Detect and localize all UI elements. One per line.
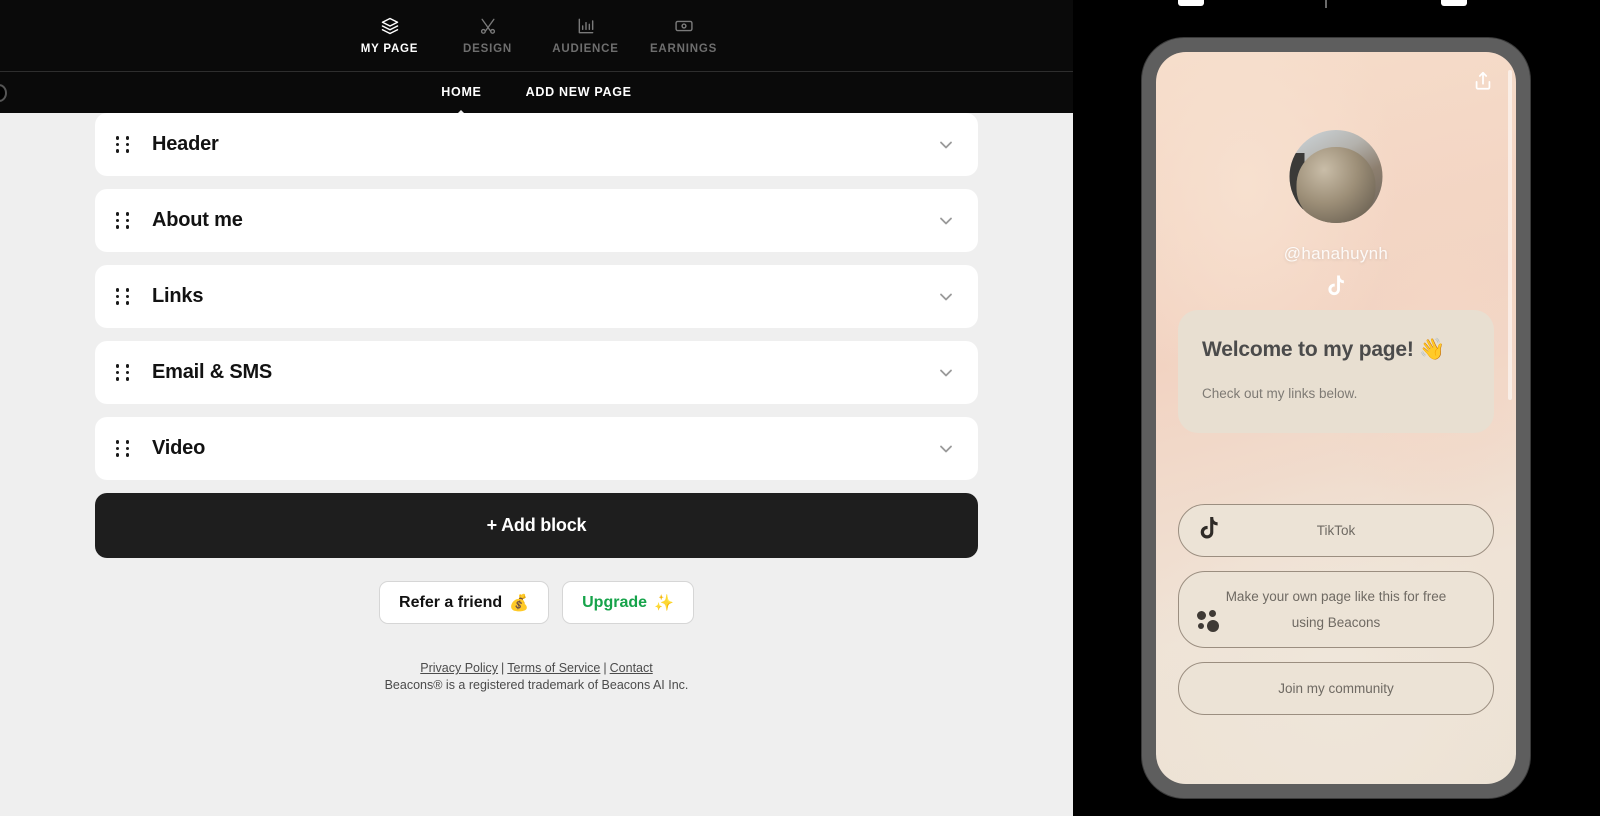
- secondary-nav: HOME ADD NEW PAGE: [0, 71, 1073, 113]
- link-button-tiktok[interactable]: TikTok: [1178, 504, 1494, 557]
- phone-screen: @hanahuynh Welcome to my page! 👋 Check o…: [1156, 52, 1516, 784]
- app-screen: MY PAGE DESIGN AUDIENCE EARNINGS HOME AD…: [0, 0, 1600, 816]
- preview-pane: @hanahuynh Welcome to my page! 👋 Check o…: [1073, 0, 1600, 816]
- block-row[interactable]: Video: [95, 417, 978, 480]
- chevron-down-icon[interactable]: [936, 135, 956, 155]
- share-icon[interactable]: [1472, 70, 1494, 97]
- chevron-down-icon[interactable]: [936, 287, 956, 307]
- nav-item-audience[interactable]: AUDIENCE: [537, 16, 635, 55]
- block-title: Email & SMS: [152, 361, 273, 383]
- nav-item-design[interactable]: DESIGN: [439, 16, 537, 55]
- primary-nav: MY PAGE DESIGN AUDIENCE EARNINGS: [0, 0, 1073, 71]
- nav-item-label: EARNINGS: [649, 43, 718, 55]
- drag-handle-icon[interactable]: [113, 288, 133, 305]
- privacy-policy-link[interactable]: Privacy Policy: [420, 661, 498, 675]
- nav-item-label: AUDIENCE: [552, 43, 619, 55]
- upgrade-button[interactable]: Upgrade ✨: [562, 581, 694, 624]
- block-row[interactable]: Email & SMS: [95, 341, 978, 404]
- chevron-down-icon[interactable]: [936, 211, 956, 231]
- block-row[interactable]: About me: [95, 189, 978, 252]
- bar-chart-icon: [576, 16, 596, 36]
- preview-toolbar-button-right[interactable]: [1441, 0, 1467, 6]
- refer-label: Refer a friend: [399, 593, 503, 611]
- blocks-list: Header About me Links Email & SMS Video …: [0, 113, 1073, 692]
- footer-separator: |: [501, 661, 505, 675]
- block-title: Header: [152, 133, 219, 155]
- footer: Privacy Policy | Terms of Service | Contact …: [95, 661, 978, 692]
- welcome-heading: Welcome to my page! 👋: [1202, 338, 1446, 361]
- link-label: Make your own page like this for free us…: [1225, 589, 1447, 630]
- refer-a-friend-button[interactable]: Refer a friend 💰: [379, 581, 550, 624]
- welcome-body: Check out my links below.: [1202, 386, 1358, 402]
- preview-toolbar-divider: [1325, 0, 1327, 8]
- trademark-note: Beacons® is a registered trademark of Be…: [384, 678, 689, 692]
- chevron-down-icon[interactable]: [936, 439, 956, 459]
- link-list: TikTok Make your own page like this for …: [1178, 504, 1494, 716]
- action-buttons: Refer a friend 💰 Upgrade ✨: [95, 581, 978, 624]
- phone-frame: @hanahuynh Welcome to my page! 👋 Check o…: [1142, 38, 1530, 798]
- banknote-icon: [674, 16, 694, 36]
- tiktok-icon: [1197, 515, 1221, 546]
- footer-separator: |: [603, 661, 607, 675]
- add-block-button[interactable]: + Add block: [95, 493, 978, 558]
- editor-pane: MY PAGE DESIGN AUDIENCE EARNINGS HOME AD…: [0, 0, 1073, 816]
- nav-item-label: DESIGN: [463, 43, 512, 55]
- link-button-community[interactable]: Join my community: [1178, 662, 1494, 716]
- avatar: [1289, 130, 1383, 223]
- block-row[interactable]: Links: [95, 265, 978, 328]
- design-brush-icon: [478, 16, 498, 36]
- block-title: Links: [152, 285, 204, 307]
- terms-of-service-link[interactable]: Terms of Service: [507, 661, 600, 675]
- sparkles-icon: ✨: [654, 594, 674, 612]
- welcome-card: Welcome to my page! 👋 Check out my links…: [1178, 310, 1494, 434]
- subnav-item-add-new-page[interactable]: ADD NEW PAGE: [526, 85, 632, 101]
- link-label: Join my community: [1278, 680, 1394, 696]
- footer-links: Privacy Policy | Terms of Service | Contact: [95, 661, 978, 675]
- block-title: Video: [152, 437, 206, 459]
- money-bag-icon: 💰: [509, 594, 530, 612]
- block-title: About me: [152, 209, 243, 231]
- drag-handle-icon[interactable]: [113, 212, 133, 229]
- preview-toolbar-stubs: [1073, 0, 1600, 10]
- preview-toolbar-button-left[interactable]: [1178, 0, 1204, 6]
- link-button-beacons[interactable]: Make your own page like this for free us…: [1178, 571, 1494, 649]
- preview-scrollbar[interactable]: [1508, 70, 1512, 400]
- link-label: TikTok: [1316, 522, 1356, 538]
- block-row[interactable]: Header: [95, 113, 978, 176]
- drag-handle-icon[interactable]: [113, 136, 133, 153]
- social-row: [1156, 274, 1516, 303]
- upgrade-label: Upgrade: [582, 593, 648, 611]
- layers-icon: [380, 16, 400, 36]
- nav-item-label: MY PAGE: [360, 43, 419, 55]
- nav-item-my-page[interactable]: MY PAGE: [341, 16, 439, 55]
- chevron-down-icon[interactable]: [936, 363, 956, 383]
- subnav-item-home[interactable]: HOME: [441, 85, 481, 101]
- nav-item-earnings[interactable]: EARNINGS: [635, 16, 733, 55]
- profile-handle: @hanahuynh: [1283, 244, 1389, 263]
- drag-handle-icon[interactable]: [113, 440, 133, 457]
- tiktok-icon[interactable]: [1325, 274, 1347, 303]
- contact-link[interactable]: Contact: [610, 661, 653, 675]
- drag-handle-icon[interactable]: [113, 364, 133, 381]
